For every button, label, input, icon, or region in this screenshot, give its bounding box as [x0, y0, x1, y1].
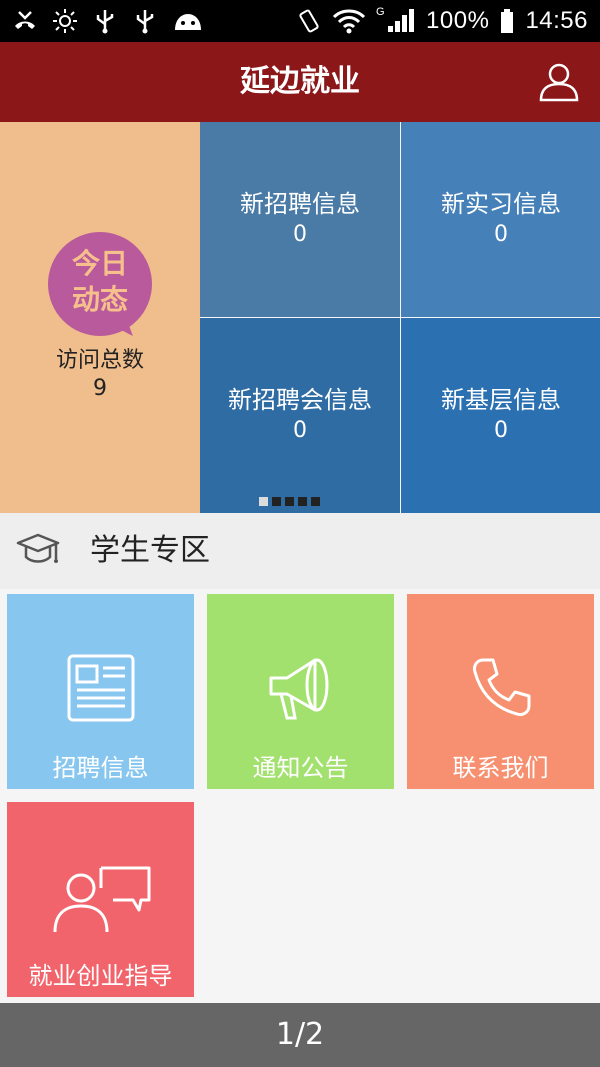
clock: 14:56 [525, 7, 588, 34]
signal-icon: G [376, 6, 416, 34]
stat-label: 新招聘信息 [240, 190, 360, 218]
android-icon [172, 8, 204, 34]
tile-career-guidance[interactable]: 就业创业指导 [7, 802, 194, 997]
carousel-dot[interactable] [298, 497, 307, 506]
carousel-dot[interactable] [259, 497, 268, 506]
vibrate-icon [296, 8, 322, 34]
stat-value: 0 [494, 418, 508, 443]
section-title: 学生专区 [90, 533, 210, 568]
tile-label: 招聘信息 [52, 754, 149, 782]
stat-value: 0 [293, 418, 307, 443]
today-panel[interactable]: 今日 动态 [0, 122, 200, 513]
stat-label: 新实习信息 [441, 190, 561, 218]
tile-label: 通知公告 [252, 754, 349, 782]
user-icon [539, 63, 579, 102]
stat-value: 0 [293, 222, 307, 247]
status-bar-right: G 100% 14:56 [296, 0, 588, 42]
consult-icon [53, 866, 150, 933]
dashboard: 今日 动态 新招聘信息 0 新实习信息 0 新招聘会信息 0 新基层信息 0 [0, 122, 600, 513]
carousel-dot[interactable] [285, 497, 294, 506]
today-badge: 今日 动态 [48, 246, 152, 318]
brightness-icon [52, 8, 78, 34]
title-bar: 延边就业 [0, 42, 600, 122]
tile-notices[interactable]: 通知公告 [207, 594, 394, 789]
carousel-dot[interactable] [272, 497, 281, 506]
tile-label: 联系我们 [452, 754, 549, 782]
tile-contact-us[interactable]: 联系我们 [407, 594, 594, 789]
stat-new-internships[interactable]: 新实习信息 0 [401, 122, 600, 317]
today-badge-line1: 今日 [71, 247, 128, 280]
phone-icon [472, 658, 530, 716]
page-indicator: 1/2 [0, 1003, 600, 1067]
app-title: 延边就业 [240, 64, 360, 99]
visits-value: 9 [93, 376, 107, 401]
stat-new-jobs[interactable]: 新招聘信息 0 [200, 122, 400, 317]
status-bar-left [12, 0, 204, 42]
network-type: G [376, 6, 385, 18]
stat-new-job-fairs[interactable]: 新招聘会信息 0 [200, 318, 400, 513]
stat-value: 0 [494, 222, 508, 247]
megaphone-icon [269, 658, 328, 720]
user-button[interactable] [536, 58, 582, 104]
missed-call-icon [12, 8, 38, 34]
usb-icon [92, 8, 118, 34]
app-root: G 100% 14:56 延边就业 今日 动态 新招聘信息 0 新实习信息 0 … [0, 0, 600, 1067]
stat-label: 新基层信息 [441, 386, 561, 414]
usb-icon [132, 8, 158, 34]
tile-job-info[interactable]: 招聘信息 [7, 594, 194, 789]
newspaper-icon [67, 654, 134, 722]
status-bar: G 100% 14:56 [0, 0, 600, 42]
stat-new-grassroots[interactable]: 新基层信息 0 [401, 318, 600, 513]
stat-label: 新招聘会信息 [228, 386, 372, 414]
visits-label: 访问总数 [55, 348, 144, 373]
graduation-cap-icon [16, 533, 60, 563]
today-badge-line2: 动态 [71, 283, 128, 316]
battery-percent: 100% [426, 7, 490, 34]
tile-label: 就业创业指导 [28, 962, 173, 990]
student-section-header: 学生专区 [0, 513, 600, 589]
wifi-icon [332, 8, 366, 34]
carousel-indicator [259, 497, 320, 506]
carousel-dot[interactable] [311, 497, 320, 506]
battery-icon [499, 8, 515, 34]
